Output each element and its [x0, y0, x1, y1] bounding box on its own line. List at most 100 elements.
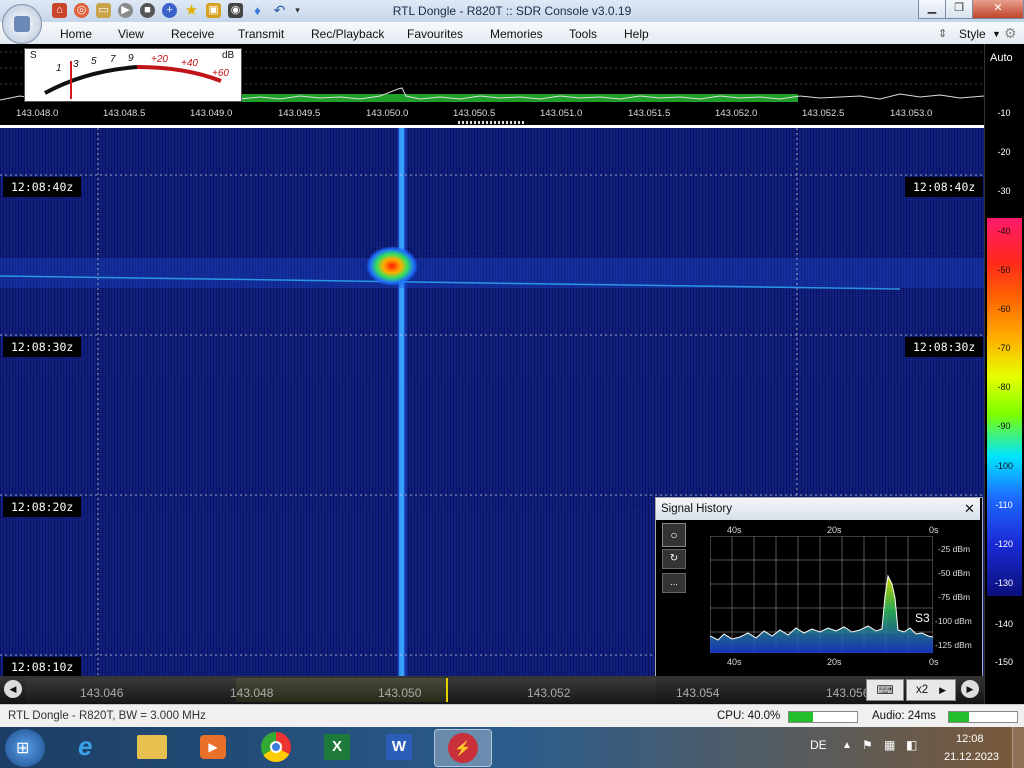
scale-label: -110 [995, 500, 1013, 510]
scroll-left-button[interactable]: ◀ [4, 680, 22, 698]
maximize-button[interactable]: ❐ [945, 0, 973, 19]
close-panel-icon[interactable]: ✕ [964, 501, 975, 517]
scale-label: -50 [997, 265, 1011, 275]
excel-icon: X [324, 734, 350, 760]
history-dbm-label: -50 dBm [938, 568, 971, 578]
freq-label: 143.052.5 [802, 108, 845, 119]
show-desktop-button[interactable] [1012, 727, 1024, 768]
zoom-arrow-icon: ▶ [939, 685, 947, 695]
scale-label: -120 [994, 539, 1013, 549]
splitter-grip[interactable] [458, 121, 524, 124]
folder-icon[interactable]: ▭ [96, 3, 111, 18]
s-unit-reading: S3 [915, 611, 930, 625]
windows-logo-icon: ⊞ [16, 740, 30, 757]
minimize-button[interactable]: ▁ [918, 0, 946, 19]
lock-icon[interactable]: ▣ [206, 3, 221, 18]
zoom-selector[interactable]: x2 ▶ [906, 679, 956, 701]
tuning-marker [446, 678, 448, 702]
play-icon[interactable]: ▶ [118, 3, 133, 18]
star-icon[interactable]: ★ [184, 3, 199, 18]
word-icon: W [386, 734, 412, 760]
freq-label: 143.051.0 [540, 108, 583, 119]
freq-label: 143.048.5 [103, 108, 146, 119]
taskbar-excel-button[interactable]: X [310, 729, 366, 765]
freq-label: 143.050.0 [366, 108, 409, 119]
taskbar-word-button[interactable]: W [372, 729, 428, 765]
tab-favourites[interactable]: Favourites [407, 22, 463, 44]
scale-label: -30 [997, 186, 1011, 196]
tab-help[interactable]: Help [624, 22, 649, 44]
stop-icon[interactable]: ■ [140, 3, 155, 18]
more-options-button[interactable]: ... [662, 573, 686, 593]
style-menu[interactable]: Style [959, 22, 986, 44]
scale-label: -70 [997, 343, 1011, 353]
tab-memories[interactable]: Memories [490, 22, 543, 44]
s-meter-mark: +40 [181, 58, 198, 69]
scroll-right-button[interactable]: ▶ [961, 680, 979, 698]
audio-meter-fill [949, 712, 970, 722]
s-meter-mark: +20 [151, 54, 168, 65]
tab-home[interactable]: Home [60, 22, 92, 44]
app-menu-icon [14, 16, 30, 32]
signal-history-plot [709, 535, 934, 654]
action-center-icon[interactable]: ⚑ [862, 738, 873, 752]
drop-icon[interactable]: ♦ [250, 3, 265, 18]
freq-label: 143.049.0 [190, 108, 233, 119]
scale-label: -20 [997, 147, 1011, 157]
audio-status: Audio: 24ms [872, 710, 936, 722]
tuning-freq-label: 143.048 [230, 686, 274, 700]
history-time-label: 20s [827, 657, 842, 667]
s-meter-mark: 1 [56, 63, 62, 74]
network-icon[interactable]: ▦ [884, 738, 895, 752]
app-menu-button[interactable] [2, 4, 42, 44]
tuning-freq-label: 143.056 [826, 686, 866, 700]
undo-icon[interactable]: ↶ [272, 3, 287, 18]
add-icon[interactable]: + [162, 3, 177, 18]
start-button[interactable]: ⊞ [5, 729, 45, 767]
clock-time[interactable]: 12:08 [956, 733, 984, 745]
input-language[interactable]: DE [810, 738, 827, 752]
show-hidden-icons-icon[interactable]: ▲ [842, 740, 852, 751]
taskbar-chrome-button[interactable] [248, 729, 304, 765]
clock-date[interactable]: 21.12.2023 [944, 751, 999, 763]
keyboard-icon[interactable]: ⌨ [866, 679, 904, 701]
style-updown-icon[interactable]: ⇕ [938, 22, 947, 44]
taskbar-ie-button[interactable]: e [62, 729, 118, 765]
history-time-label: 20s [827, 525, 842, 535]
signal-history-title: Signal History [661, 503, 732, 515]
s-meter-db-label: dB [222, 50, 235, 61]
record-history-button[interactable]: ○ [662, 523, 686, 547]
taskbar-media-button[interactable]: ▶ [186, 729, 242, 765]
lifebuoy-icon[interactable]: ◎ [74, 3, 89, 18]
freq-label: 143.048.0 [16, 108, 59, 119]
s-meter-s-label: S [30, 50, 37, 61]
customize-arrow-icon[interactable]: ▾ [290, 3, 305, 18]
history-time-label: 0s [929, 525, 939, 535]
tab-view[interactable]: View [118, 22, 144, 44]
media-player-icon: ▶ [200, 735, 226, 759]
scale-label: -100 [994, 461, 1013, 471]
scale-label: -90 [997, 421, 1011, 431]
s-meter-mark: +60 [212, 68, 229, 79]
home-icon[interactable]: ⌂ [52, 3, 67, 18]
tab-receive[interactable]: Receive [171, 22, 214, 44]
close-button[interactable]: ✕ [972, 0, 1024, 19]
volume-icon[interactable]: ◧ [906, 738, 917, 752]
camera-icon[interactable]: ◉ [228, 3, 243, 18]
style-dropdown-icon[interactable]: ▼ [992, 22, 1001, 44]
reset-history-button[interactable]: ↻ [662, 549, 686, 569]
auto-scale-button[interactable]: Auto [990, 52, 1013, 64]
waterfall-time-label: 12:08:20z [3, 497, 82, 517]
taskbar-sdr-console-button[interactable]: ⚡ [434, 729, 492, 767]
signal-history-header: Signal History [656, 498, 980, 520]
tab-rec-playback[interactable]: Rec/Playback [311, 22, 384, 44]
history-dbm-label: -25 dBm [938, 544, 971, 554]
s-meter-mark: 9 [128, 53, 134, 64]
settings-gear-icon[interactable]: ⚙ [1004, 22, 1017, 44]
tab-tools[interactable]: Tools [569, 22, 597, 44]
history-dbm-label: -125 dBm [935, 640, 972, 650]
cpu-meter [788, 711, 858, 723]
history-time-label: 40s [727, 525, 742, 535]
tab-transmit[interactable]: Transmit [238, 22, 284, 44]
taskbar-explorer-button[interactable] [124, 729, 180, 765]
